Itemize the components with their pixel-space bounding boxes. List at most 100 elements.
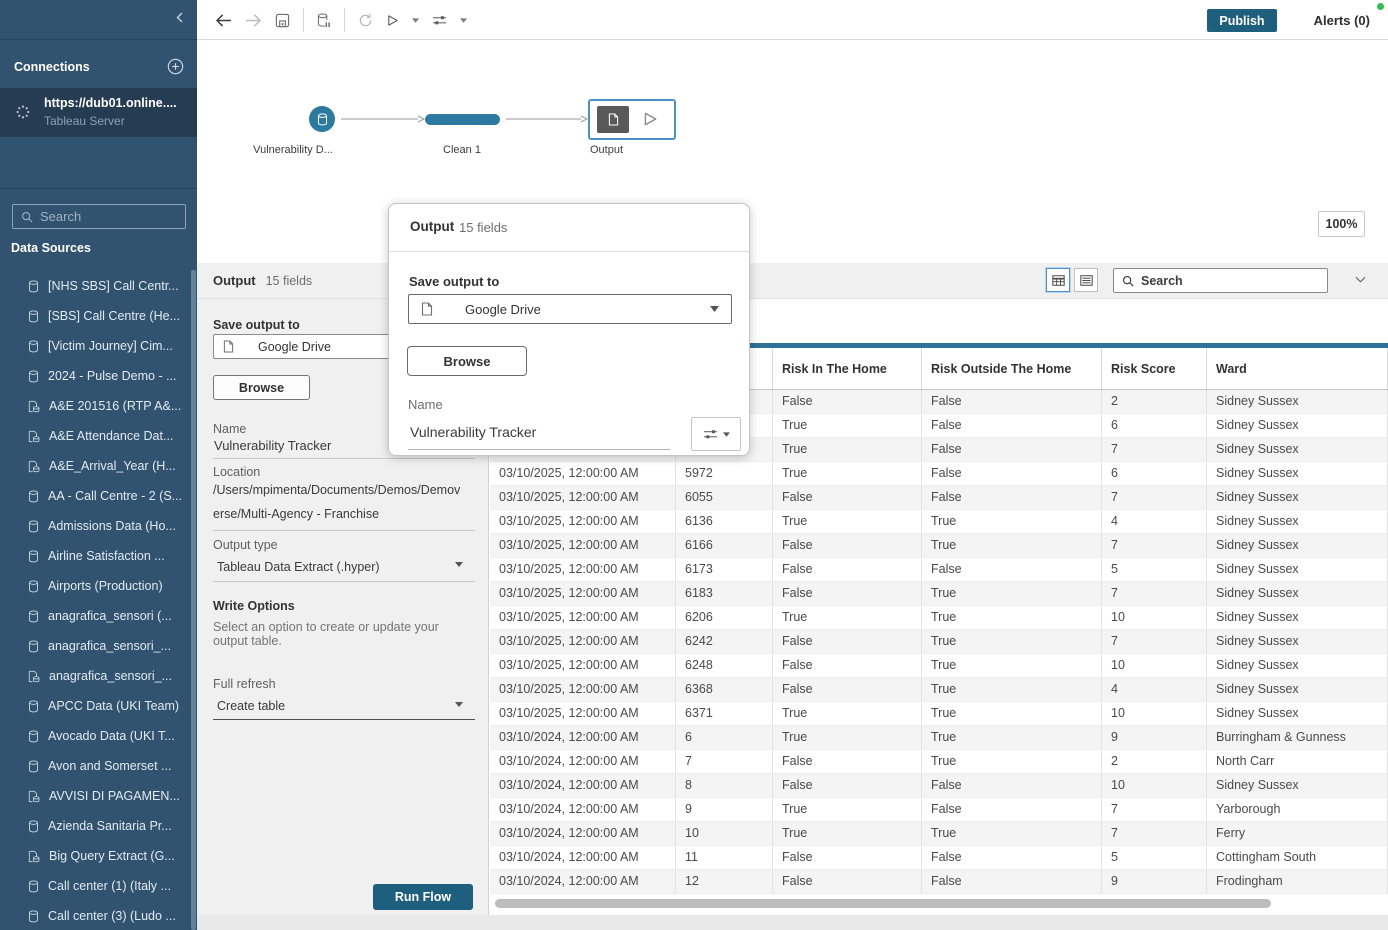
grid-cell[interactable]: False [773, 654, 922, 677]
data-source-item[interactable]: anagrafica_sensori_... [0, 631, 190, 661]
grid-cell[interactable]: Sidney Sussex [1207, 390, 1388, 413]
grid-cell[interactable]: True [922, 822, 1102, 845]
chevron-down-icon[interactable] [1355, 276, 1366, 283]
sidebar-search-box[interactable] [12, 204, 216, 229]
grid-cell[interactable]: 9 [1102, 726, 1207, 749]
grid-cell[interactable]: False [922, 798, 1102, 821]
data-source-item[interactable]: 2024 - Pulse Demo - ... [0, 361, 190, 391]
grid-cell[interactable]: 2 [1102, 750, 1207, 773]
grid-cell[interactable]: Sidney Sussex [1207, 630, 1388, 653]
add-connection-icon[interactable] [167, 58, 184, 75]
grid-cell[interactable]: True [922, 726, 1102, 749]
name-value[interactable]: Vulnerability Tracker [214, 438, 331, 453]
grid-cell[interactable]: 7 [1102, 438, 1207, 461]
grid-cell[interactable]: False [773, 630, 922, 653]
grid-cell[interactable]: 7 [1102, 630, 1207, 653]
grid-cell[interactable]: 6206 [676, 606, 773, 629]
data-source-item[interactable]: A&E_Arrival_Year (H... [0, 451, 190, 481]
grid-cell[interactable]: Sidney Sussex [1207, 654, 1388, 677]
grid-cell[interactable]: 7 [676, 750, 773, 773]
grid-cell[interactable]: 03/10/2024, 12:00:00 AM [490, 774, 676, 797]
grid-cell[interactable]: 6166 [676, 534, 773, 557]
settings-caret-icon[interactable] [460, 17, 467, 23]
grid-cell[interactable]: True [773, 606, 922, 629]
grid-cell[interactable]: Frodingham [1207, 870, 1388, 893]
back-icon[interactable] [215, 13, 232, 27]
alerts-button[interactable]: Alerts (0) [1314, 0, 1370, 40]
grid-cell[interactable]: 9 [1102, 870, 1207, 893]
flow-node-output-selected[interactable] [588, 99, 676, 140]
data-source-item[interactable]: Avocado Data (UKI T... [0, 721, 190, 751]
grid-cell[interactable]: False [773, 846, 922, 869]
connection-item[interactable]: https://dub01.online.... Tableau Server [0, 88, 197, 137]
grid-cell[interactable]: 03/10/2025, 12:00:00 AM [490, 630, 676, 653]
grid-cell[interactable]: False [773, 678, 922, 701]
flow-node-input[interactable] [309, 106, 335, 132]
grid-cell[interactable]: True [922, 630, 1102, 653]
grid-cell[interactable]: True [922, 654, 1102, 677]
grid-cell[interactable]: 4 [1102, 510, 1207, 533]
grid-cell[interactable]: 03/10/2024, 12:00:00 AM [490, 798, 676, 821]
flow-node-clean[interactable] [425, 114, 500, 125]
grid-cell[interactable]: False [773, 750, 922, 773]
grid-cell[interactable]: 7 [1102, 798, 1207, 821]
grid-cell[interactable]: North Carr [1207, 750, 1388, 773]
grid-cell[interactable]: 2 [1102, 390, 1207, 413]
grid-cell[interactable]: False [773, 534, 922, 557]
grid-cell[interactable]: Sidney Sussex [1207, 510, 1388, 533]
data-source-item[interactable]: [NHS SBS] Call Centr... [0, 271, 190, 301]
data-source-item[interactable]: Avon and Somerset ... [0, 751, 190, 781]
grid-cell[interactable]: Sidney Sussex [1207, 774, 1388, 797]
grid-cell[interactable]: True [922, 750, 1102, 773]
grid-cell[interactable]: 03/10/2025, 12:00:00 AM [490, 654, 676, 677]
grid-cell[interactable]: 03/10/2025, 12:00:00 AM [490, 582, 676, 605]
grid-cell[interactable]: False [922, 558, 1102, 581]
grid-cell[interactable]: 03/10/2025, 12:00:00 AM [490, 462, 676, 485]
grid-cell[interactable]: True [773, 798, 922, 821]
data-source-item[interactable]: A&E Attendance Dat... [0, 421, 190, 451]
grid-cell[interactable]: 5972 [676, 462, 773, 485]
grid-cell[interactable]: True [922, 678, 1102, 701]
grid-cell[interactable]: 5 [1102, 558, 1207, 581]
grid-cell[interactable]: False [922, 438, 1102, 461]
grid-cell[interactable]: 6371 [676, 702, 773, 725]
output-node-square[interactable] [597, 106, 629, 133]
grid-cell[interactable]: 4 [1102, 678, 1207, 701]
column-header[interactable]: Ward [1207, 348, 1388, 389]
publish-button[interactable]: Publish [1207, 9, 1277, 32]
grid-cell[interactable]: 6242 [676, 630, 773, 653]
grid-cell[interactable]: 03/10/2025, 12:00:00 AM [490, 678, 676, 701]
grid-cell[interactable]: 6368 [676, 678, 773, 701]
grid-cell[interactable]: 03/10/2024, 12:00:00 AM [490, 726, 676, 749]
column-header[interactable]: Risk Outside The Home [922, 348, 1102, 389]
grid-cell[interactable]: Sidney Sussex [1207, 462, 1388, 485]
flow-canvas[interactable]: Vulnerability D... Clean 1 Output 100% [197, 41, 1388, 263]
grid-cell[interactable]: False [922, 870, 1102, 893]
grid-cell[interactable]: Sidney Sussex [1207, 702, 1388, 725]
name-value[interactable]: Vulnerability Tracker [410, 424, 536, 440]
grid-cell[interactable]: 10 [1102, 774, 1207, 797]
grid-cell[interactable]: 10 [1102, 606, 1207, 629]
grid-cell[interactable]: False [773, 558, 922, 581]
forward-icon[interactable] [245, 13, 262, 27]
write-option-value[interactable]: Create table [217, 699, 285, 713]
grid-cell[interactable]: 10 [1102, 702, 1207, 725]
grid-cell[interactable]: Sidney Sussex [1207, 678, 1388, 701]
grid-cell[interactable]: Cottingham South [1207, 846, 1388, 869]
grid-cell[interactable]: False [922, 414, 1102, 437]
grid-cell[interactable]: 03/10/2025, 12:00:00 AM [490, 558, 676, 581]
destination-dropdown[interactable]: Google Drive [408, 294, 732, 324]
run-output-icon[interactable] [642, 109, 658, 129]
grid-cell[interactable]: Sidney Sussex [1207, 582, 1388, 605]
grid-cell[interactable]: False [773, 390, 922, 413]
grid-cell[interactable]: True [773, 462, 922, 485]
column-header[interactable]: Risk Score [1102, 348, 1207, 389]
data-source-item[interactable]: AA - Call Centre - 2 (S... [0, 481, 190, 511]
grid-cell[interactable]: 03/10/2025, 12:00:00 AM [490, 510, 676, 533]
grid-cell[interactable]: 6173 [676, 558, 773, 581]
grid-cell[interactable]: Sidney Sussex [1207, 414, 1388, 437]
name-options-button[interactable] [691, 417, 741, 451]
grid-cell[interactable]: True [922, 702, 1102, 725]
grid-cell[interactable]: 12 [676, 870, 773, 893]
grid-cell[interactable]: Sidney Sussex [1207, 534, 1388, 557]
